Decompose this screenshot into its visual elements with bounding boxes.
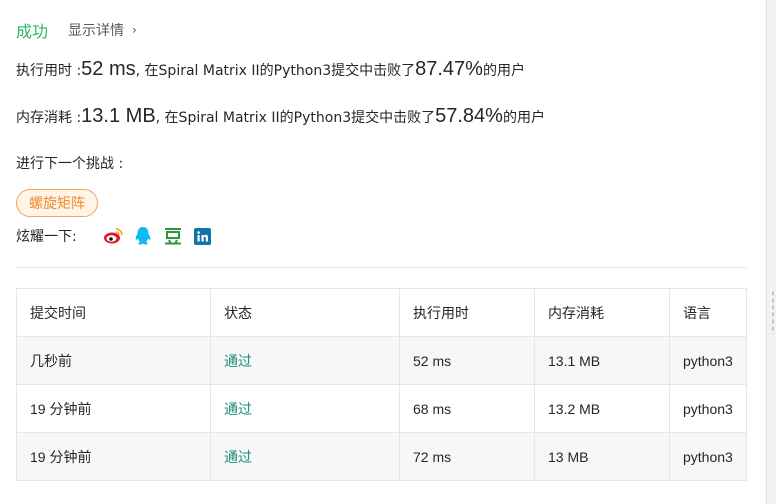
divider: [16, 267, 747, 268]
memory-label: 内存消耗 :: [16, 110, 82, 126]
cell-memory: 13.1 MB: [534, 336, 670, 385]
table-header-row: 提交时间 状态 执行用时 内存消耗 语言: [16, 288, 747, 337]
cell-runtime: 68 ms: [399, 384, 535, 433]
header-memory[interactable]: 内存消耗: [534, 288, 670, 337]
cell-runtime: 72 ms: [399, 432, 535, 481]
share-icons: [103, 226, 223, 246]
cell-status-link[interactable]: 通过: [210, 336, 400, 385]
cell-runtime: 52 ms: [399, 336, 535, 385]
cell-language: python3: [669, 384, 747, 433]
memory-value: 13.1 MB: [81, 105, 156, 127]
cell-submit-time: 19 分钟前: [16, 432, 211, 481]
next-challenge-label: 进行下一个挑战 :: [16, 156, 124, 172]
memory-suffix: 的用户: [502, 110, 545, 126]
linkedin-icon[interactable]: [193, 226, 213, 246]
runtime-value: 52 ms: [81, 58, 136, 80]
show-details-link[interactable]: 显示详情 ›: [68, 20, 137, 40]
runtime-percent: 87.47%: [415, 58, 483, 80]
header-status[interactable]: 状态: [210, 288, 400, 337]
next-challenge-tag[interactable]: 螺旋矩阵: [16, 189, 98, 217]
cell-status-link[interactable]: 通过: [210, 432, 400, 481]
show-details-label: 显示详情: [68, 23, 125, 39]
runtime-label: 执行用时 :: [16, 63, 82, 79]
douban-icon[interactable]: [163, 226, 183, 246]
share-row: 炫耀一下:: [16, 226, 223, 246]
drag-handle-icon[interactable]: [772, 290, 774, 334]
header-submit-time[interactable]: 提交时间: [16, 288, 211, 337]
table-row[interactable]: 几秒前 通过 52 ms 13.1 MB python3: [16, 336, 747, 385]
submissions-table: 提交时间 状态 执行用时 内存消耗 语言 几秒前 通过 52 ms 13.1 M…: [16, 288, 747, 481]
share-label: 炫耀一下:: [16, 229, 77, 245]
cell-status-link[interactable]: 通过: [210, 384, 400, 433]
cell-memory: 13 MB: [534, 432, 670, 481]
chevron-right-icon: ›: [132, 23, 137, 37]
runtime-description: , 在Spiral Matrix II的Python3提交中击败了: [135, 63, 416, 79]
status-success-label: 成功: [16, 22, 49, 41]
runtime-suffix: 的用户: [482, 63, 525, 79]
header-language[interactable]: 语言: [669, 288, 747, 337]
weibo-icon[interactable]: [103, 226, 123, 246]
cell-memory: 13.2 MB: [534, 384, 670, 433]
header-runtime[interactable]: 执行用时: [399, 288, 535, 337]
runtime-stat: 执行用时 : 52 ms , 在Spiral Matrix II的Python3…: [16, 58, 525, 81]
memory-percent: 57.84%: [435, 105, 503, 127]
qq-icon[interactable]: [133, 226, 153, 246]
table-row[interactable]: 19 分钟前 通过 68 ms 13.2 MB python3: [16, 384, 747, 433]
scrollbar[interactable]: [766, 0, 776, 504]
cell-language: python3: [669, 432, 747, 481]
cell-language: python3: [669, 336, 747, 385]
table-row[interactable]: 19 分钟前 通过 72 ms 13 MB python3: [16, 432, 747, 481]
cell-submit-time: 几秒前: [16, 336, 211, 385]
memory-stat: 内存消耗 : 13.1 MB , 在Spiral Matrix II的Pytho…: [16, 105, 545, 128]
cell-submit-time: 19 分钟前: [16, 384, 211, 433]
status-row: 成功 显示详情 ›: [16, 18, 137, 42]
memory-description: , 在Spiral Matrix II的Python3提交中击败了: [155, 110, 436, 126]
